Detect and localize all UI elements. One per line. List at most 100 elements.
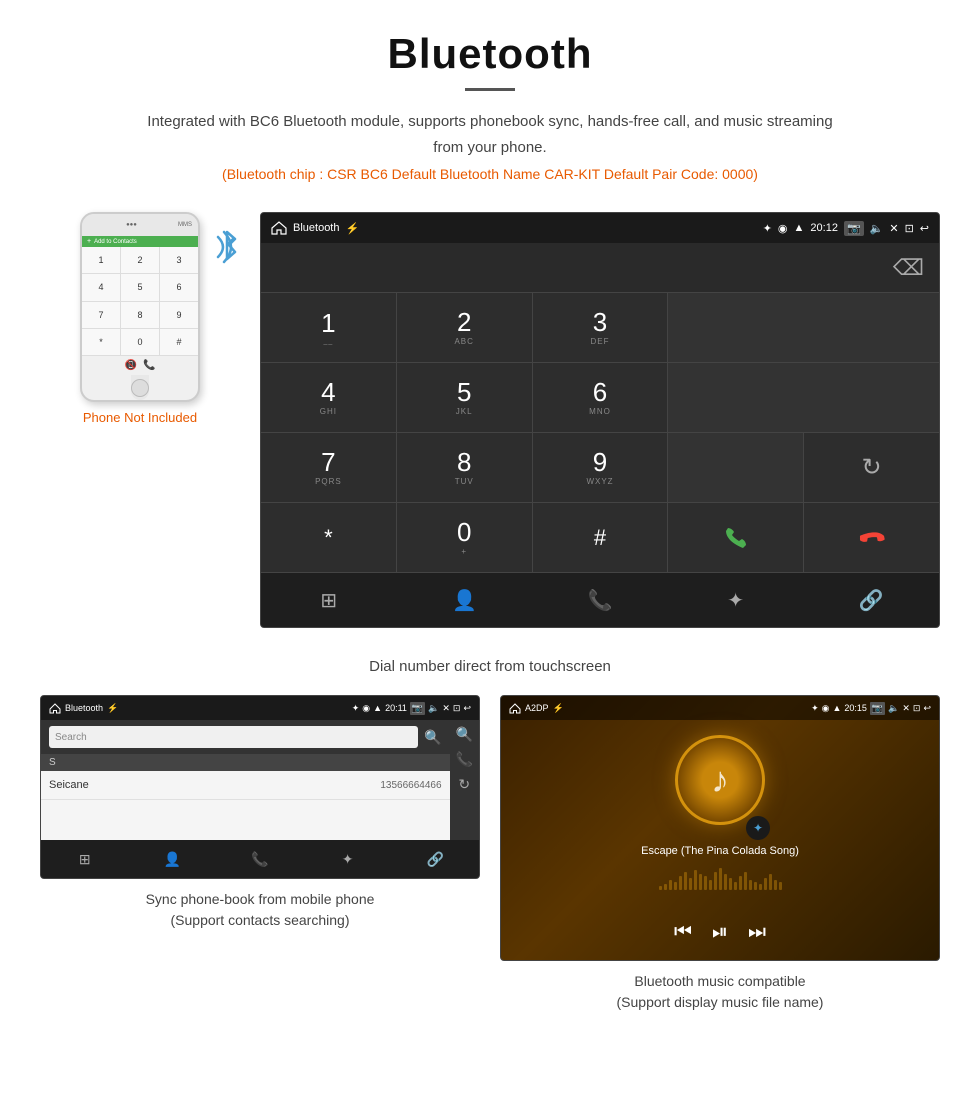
home-icon	[271, 221, 287, 235]
music-screen[interactable]: A2DP ⚡ ✦◉▲ 20:15 📷 🔈✕⊡↩ ♪ ✦	[500, 695, 940, 961]
dial-display: ⌫	[261, 243, 939, 293]
next-track-button[interactable]: ⏭	[748, 921, 766, 944]
pb-contact-name: Seicane	[49, 779, 380, 791]
phone-bottom-bar	[131, 375, 149, 400]
prev-track-button[interactable]: ⏮	[674, 921, 692, 944]
status-left: Bluetooth ⚡	[271, 221, 359, 235]
pb-main: Search 🔍 S Seicane 13566664466	[41, 720, 450, 840]
dial-key-star[interactable]: *	[261, 503, 396, 572]
pb-nav-phone[interactable]: 📞	[216, 840, 304, 878]
nav-contacts-button[interactable]: 👤	[397, 573, 533, 627]
pb-section-s: S	[41, 754, 450, 771]
dial-key-call[interactable]	[668, 503, 803, 572]
dial-key-hash[interactable]: #	[533, 503, 668, 572]
pb-search-row: Search 🔍	[41, 720, 450, 754]
dial-key-8[interactable]: 8 TUV	[397, 433, 532, 502]
dial-key-5[interactable]: 5 JKL	[397, 363, 532, 432]
dial-key-1[interactable]: 1 __	[261, 293, 396, 362]
music-time: 20:15	[844, 703, 867, 713]
pb-nav-user[interactable]: 👤	[129, 840, 217, 878]
location-icon: ◉	[778, 222, 788, 235]
dial-key-4[interactable]: 4 GHI	[261, 363, 396, 432]
phonebook-screen[interactable]: Bluetooth ⚡ ✦◉▲ 20:11 📷 🔈✕⊡↩ Search	[40, 695, 480, 879]
pb-nav-bt[interactable]: ✦	[304, 840, 392, 878]
back-icon: ↩	[920, 222, 929, 235]
music-title: A2DP	[525, 703, 549, 713]
phone-area: ●●● MMS +Add to Contacts 123 456 789 *0#…	[40, 212, 240, 425]
call-icon	[722, 524, 750, 552]
dial-grid: 1 __ 2 ABC 3 DEF 4 GHI 5 JKL 6	[261, 293, 939, 572]
fullscreen-icon: ⊡	[905, 222, 914, 235]
phone-keypad: 123 456 789 *0#	[82, 247, 198, 355]
car-status-bar: Bluetooth ⚡ ✦ ◉ ▲ 20:12 📷 🔈 ✕ ⊡ ↩	[261, 213, 939, 243]
page-specs: (Bluetooth chip : CSR BC6 Default Blueto…	[60, 166, 920, 182]
main-content: ●●● MMS +Add to Contacts 123 456 789 *0#…	[0, 192, 980, 648]
pb-phone-side-icon[interactable]: 📞	[456, 751, 473, 768]
bluetooth-badge-icon: ✦	[753, 821, 763, 835]
bluetooth-waves-icon	[210, 222, 245, 267]
pb-content: Search 🔍 S Seicane 13566664466	[41, 720, 479, 840]
time-display: 20:12	[810, 222, 838, 234]
pb-status-bar: Bluetooth ⚡ ✦◉▲ 20:11 📷 🔈✕⊡↩	[41, 696, 479, 720]
music-note-icon: ♪	[711, 759, 729, 801]
nav-grid-button[interactable]: ⊞	[261, 573, 397, 627]
page-title: Bluetooth	[60, 30, 920, 78]
dial-caption: Dial number direct from touchscreen	[0, 648, 980, 695]
music-controls: ⏮ ⏯ ⏭	[501, 913, 939, 952]
phone-not-included-label: Phone Not Included	[40, 410, 240, 425]
pb-contact-number: 13566664466	[380, 780, 441, 791]
music-song-title: Escape (The Pina Colada Song)	[641, 845, 799, 857]
pb-search-side-icon[interactable]: 🔍	[456, 726, 473, 743]
end-call-icon	[858, 524, 886, 552]
pb-search-icon: 🔍	[424, 729, 441, 746]
dial-key-redial[interactable]: ↻	[804, 433, 939, 502]
usb-icon: ⚡	[345, 222, 359, 235]
signal-icon: ▲	[794, 222, 805, 234]
dial-key-empty-1	[668, 293, 939, 362]
music-content: ♪ ✦ Escape (The Pina Colada Song)	[501, 720, 939, 913]
nav-link-button[interactable]: 🔗	[803, 573, 939, 627]
music-caption: Bluetooth music compatible(Support displ…	[500, 971, 940, 1013]
pb-nav-grid[interactable]: ⊞	[41, 840, 129, 878]
music-album-art-wrapper: ♪ ✦	[675, 735, 765, 835]
pb-reload-side-icon[interactable]: ↻	[458, 776, 470, 793]
dial-key-empty-3	[668, 433, 803, 502]
volume-icon: 🔈	[870, 222, 884, 235]
pb-home-icon	[49, 703, 61, 714]
dial-key-0[interactable]: 0 +	[397, 503, 532, 572]
phone-top-bar: ●●● MMS	[82, 214, 198, 236]
phone-mockup: ●●● MMS +Add to Contacts 123 456 789 *0#…	[80, 212, 200, 402]
music-album-art: ♪	[675, 735, 765, 825]
bottom-row: Bluetooth ⚡ ✦◉▲ 20:11 📷 🔈✕⊡↩ Search	[0, 695, 980, 1033]
dial-key-7[interactable]: 7 PQRS	[261, 433, 396, 502]
dial-key-9[interactable]: 9 WXYZ	[533, 433, 668, 502]
nav-bluetooth-button[interactable]: ✦	[668, 573, 804, 627]
phonebook-caption: Sync phone-book from mobile phone(Suppor…	[40, 889, 480, 931]
phone-screen: +Add to Contacts 123 456 789 *0# 📵 📞	[82, 236, 198, 375]
music-visualizer	[511, 865, 929, 890]
dial-key-2[interactable]: 2 ABC	[397, 293, 532, 362]
phone-image: ●●● MMS +Add to Contacts 123 456 789 *0#…	[80, 212, 200, 402]
pb-empty-space	[41, 800, 450, 840]
pb-title: Bluetooth	[65, 703, 103, 713]
music-screenshot: A2DP ⚡ ✦◉▲ 20:15 📷 🔈✕⊡↩ ♪ ✦	[500, 695, 940, 1013]
pb-right-icons: 🔍 📞 ↻	[450, 720, 479, 840]
pb-search-placeholder: Search	[55, 732, 87, 743]
pb-search-input[interactable]: Search	[49, 726, 418, 748]
dial-key-3[interactable]: 3 DEF	[533, 293, 668, 362]
screen-title: Bluetooth	[293, 222, 339, 234]
play-pause-button[interactable]: ⏯	[712, 921, 728, 944]
page-description: Integrated with BC6 Bluetooth module, su…	[140, 109, 840, 160]
music-status-bar: A2DP ⚡ ✦◉▲ 20:15 📷 🔈✕⊡↩	[501, 696, 939, 720]
status-right: ✦ ◉ ▲ 20:12 📷 🔈 ✕ ⊡ ↩	[763, 221, 929, 236]
pb-contact-row[interactable]: Seicane 13566664466	[41, 771, 450, 800]
music-home-icon	[509, 703, 521, 714]
backspace-button[interactable]: ⌫	[893, 255, 924, 281]
car-dial-screen[interactable]: Bluetooth ⚡ ✦ ◉ ▲ 20:12 📷 🔈 ✕ ⊡ ↩ ⌫	[260, 212, 940, 628]
dial-key-end[interactable]	[804, 503, 939, 572]
dial-key-6[interactable]: 6 MNO	[533, 363, 668, 432]
nav-phone-button[interactable]: 📞	[532, 573, 668, 627]
pb-nav-link[interactable]: 🔗	[391, 840, 479, 878]
pb-bottom-nav: ⊞ 👤 📞 ✦ 🔗	[41, 840, 479, 878]
car-bottom-nav: ⊞ 👤 📞 ✦ 🔗	[261, 572, 939, 627]
